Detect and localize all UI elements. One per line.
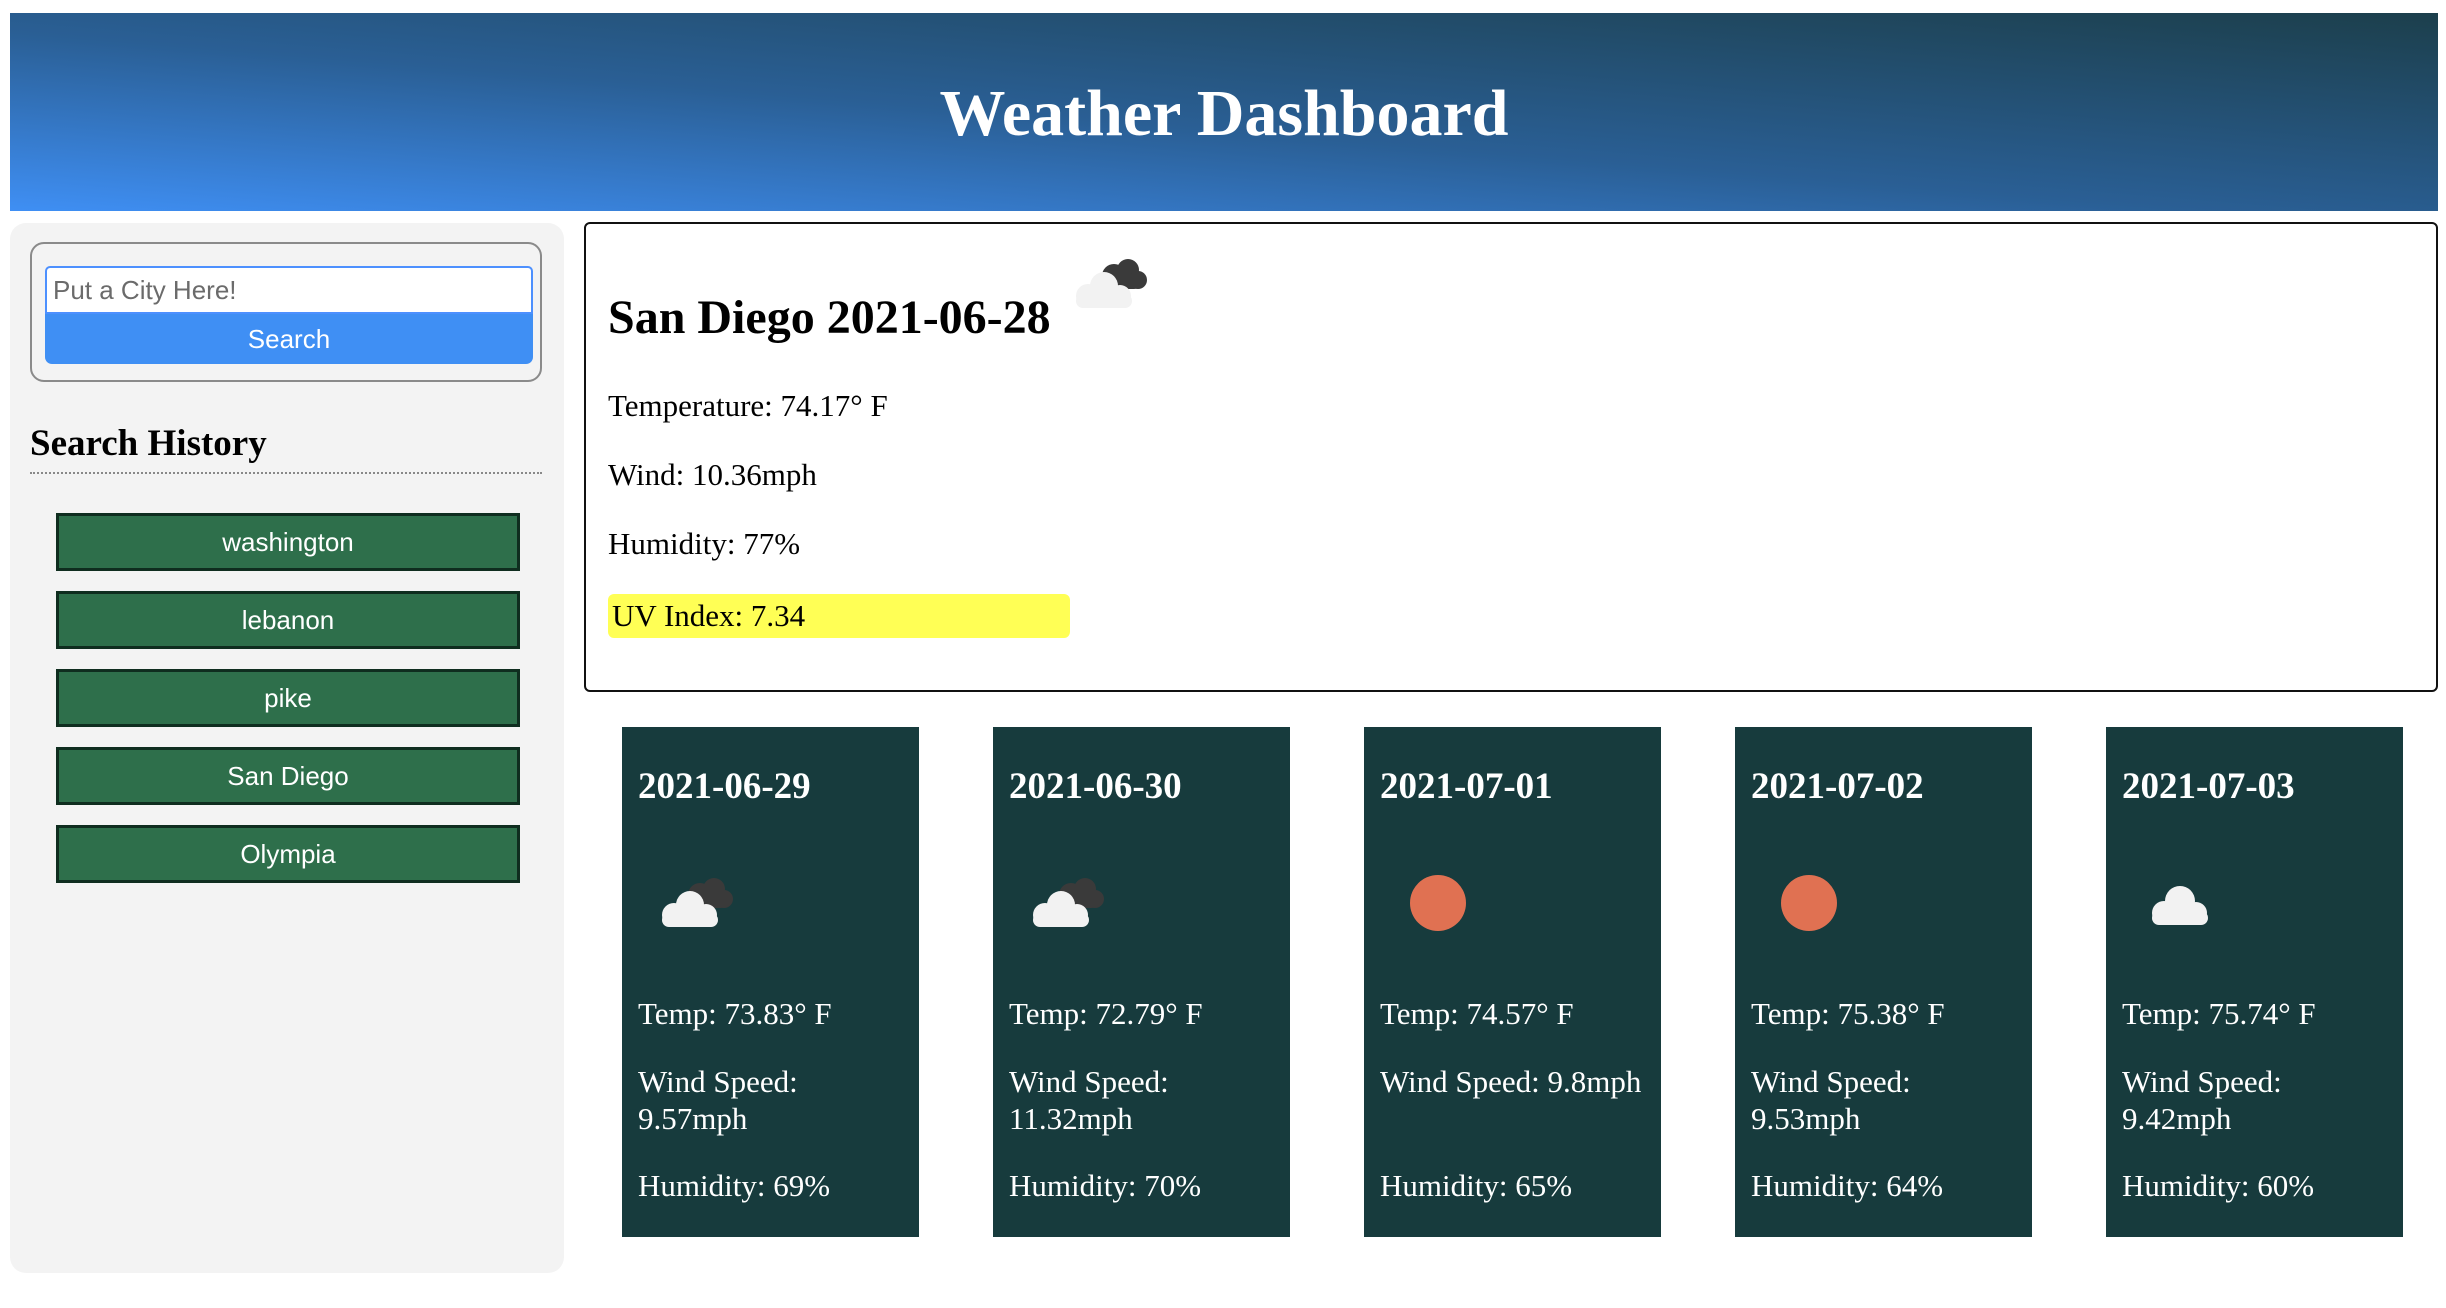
forecast-date: 2021-06-30 — [1009, 766, 1182, 807]
current-weather-card: San Diego 2021-06-28 Temperature: 74.17°… — [584, 222, 2438, 692]
uv-index-badge: UV Index: 7.34 — [608, 594, 1070, 638]
forecast-card: 2021-07-01 Temp: 74.57° F Wind Speed: 9.… — [1364, 727, 1661, 1237]
forecast-wind: Wind Speed: 9.42mph — [2122, 1064, 2282, 1136]
forecast-date: 2021-06-29 — [638, 766, 811, 807]
forecast-humidity: Humidity: 70% — [1009, 1168, 1202, 1203]
current-wind: Wind: 10.36mph — [608, 457, 817, 492]
forecast-temp: Temp: 73.83° F — [638, 996, 832, 1031]
sun-icon — [1410, 875, 1466, 931]
history-item-washington[interactable]: washington — [56, 513, 520, 571]
forecast-card: 2021-06-29 Temp: 73.83° F Wind Speed: 9.… — [622, 727, 919, 1237]
forecast-wind: Wind Speed: 9.57mph — [638, 1064, 798, 1136]
cloudy-icon — [1076, 259, 1147, 308]
current-temperature: Temperature: 74.17° F — [608, 388, 888, 423]
history-item-san-diego[interactable]: San Diego — [56, 747, 520, 805]
search-input[interactable] — [45, 266, 533, 314]
current-city-date: San Diego 2021-06-28 — [608, 291, 1051, 344]
forecast-card: 2021-06-30 Temp: 72.79° F Wind Speed: 11… — [993, 727, 1290, 1237]
cloudy-icon — [1033, 878, 1104, 927]
cloudy-icon — [662, 878, 733, 927]
current-humidity: Humidity: 77% — [608, 526, 801, 561]
forecast-card: 2021-07-03 Temp: 75.74° F Wind Speed: 9.… — [2106, 727, 2403, 1237]
cloud-icon — [2152, 886, 2208, 925]
page-title: Weather Dashboard — [939, 77, 1509, 150]
forecast-wind: Wind Speed: 11.32mph — [1009, 1064, 1169, 1136]
forecast-temp: Temp: 75.74° F — [2122, 996, 2316, 1031]
sidebar: Search Search History washington lebanon… — [10, 223, 564, 1273]
search-history-heading: Search History — [30, 418, 542, 474]
search-form: Search — [30, 242, 542, 382]
forecast-wind: Wind Speed: 9.8mph — [1380, 1064, 1642, 1099]
forecast-date: 2021-07-02 — [1751, 766, 1924, 807]
forecast-humidity: Humidity: 65% — [1380, 1168, 1573, 1203]
forecast-temp: Temp: 74.57° F — [1380, 996, 1574, 1031]
forecast-date: 2021-07-01 — [1380, 766, 1553, 807]
app-header: Weather Dashboard — [10, 13, 2438, 211]
search-history-list: washington lebanon pike San Diego Olympi… — [56, 513, 520, 903]
forecast-date: 2021-07-03 — [2122, 766, 2295, 807]
search-button[interactable]: Search — [45, 314, 533, 364]
forecast-humidity: Humidity: 60% — [2122, 1168, 2315, 1203]
history-item-lebanon[interactable]: lebanon — [56, 591, 520, 649]
history-item-olympia[interactable]: Olympia — [56, 825, 520, 883]
forecast-humidity: Humidity: 64% — [1751, 1168, 1944, 1203]
forecast-humidity: Humidity: 69% — [638, 1168, 831, 1203]
forecast-temp: Temp: 72.79° F — [1009, 996, 1203, 1031]
sun-icon — [1781, 875, 1837, 931]
forecast-card: 2021-07-02 Temp: 75.38° F Wind Speed: 9.… — [1735, 727, 2032, 1237]
forecast-temp: Temp: 75.38° F — [1751, 996, 1945, 1031]
history-item-pike[interactable]: pike — [56, 669, 520, 727]
forecast-wind: Wind Speed: 9.53mph — [1751, 1064, 1911, 1136]
